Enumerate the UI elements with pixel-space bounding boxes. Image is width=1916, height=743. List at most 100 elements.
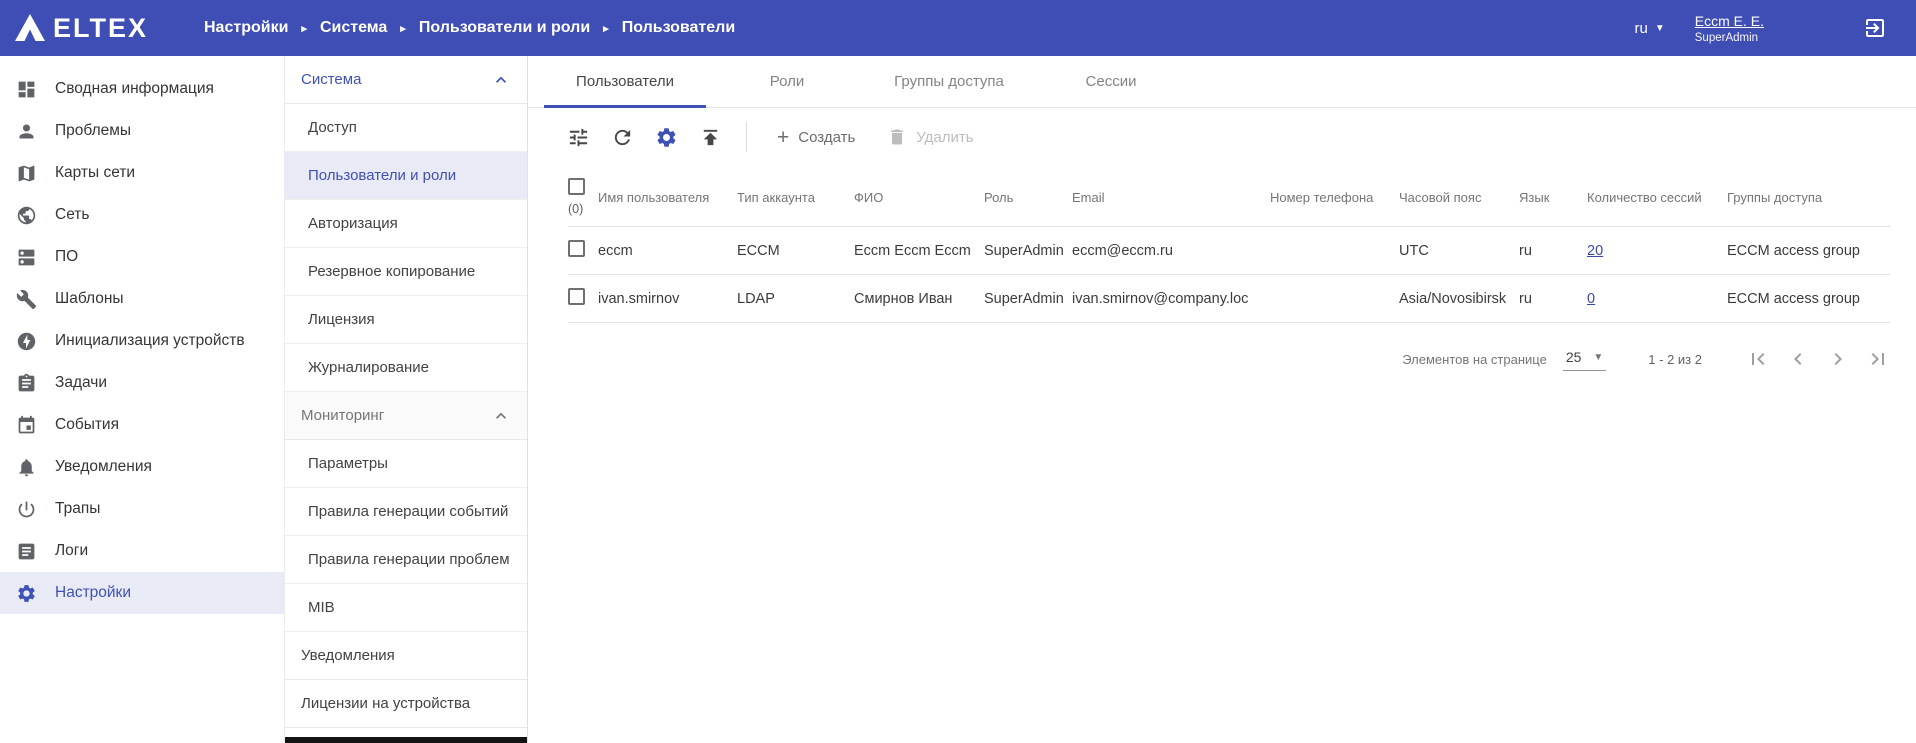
row-checkbox[interactable] <box>568 288 585 305</box>
breadcrumb-arrow-icon: ▸ <box>301 22 307 35</box>
sidebar-item-software[interactable]: ПО <box>0 236 284 278</box>
paginator: Элементов на странице 25 ▼ 1 - 2 из 2 <box>528 323 1916 379</box>
tab-roles[interactable]: Роли <box>706 56 868 107</box>
table-toolbar: + Создать Удалить <box>528 108 1916 166</box>
top-header: ELTEX Настройки ▸ Система ▸ Пользователи… <box>0 0 1916 56</box>
previous-page-button[interactable] <box>1778 339 1818 379</box>
column-header-username[interactable]: Имя пользователя <box>598 166 737 227</box>
sidebar-item-logs[interactable]: Логи <box>0 530 284 572</box>
user-role-label: SuperAdmin <box>1695 32 1758 44</box>
language-selector[interactable]: ru ▼ <box>1635 20 1665 37</box>
breadcrumb-item-users-roles[interactable]: Пользователи и роли <box>419 19 590 37</box>
submenu-section-system[interactable]: Система <box>285 56 527 104</box>
sidebar-item-device-init[interactable]: Инициализация устройств <box>0 320 284 362</box>
column-header-email[interactable]: Email <box>1072 166 1270 227</box>
column-settings-button[interactable] <box>646 117 686 157</box>
filter-button[interactable] <box>558 117 598 157</box>
sidebar-item-settings[interactable]: Настройки <box>0 572 284 614</box>
sessions-count-link[interactable]: 20 <box>1587 243 1603 259</box>
sidebar-item-network[interactable]: Сеть <box>0 194 284 236</box>
sidebar-item-label: Трапы <box>55 500 100 518</box>
table-row[interactable]: eccm ECCM Eccm Eccm Eccm SuperAdmin eccm… <box>568 227 1890 275</box>
submenu-section-notifications[interactable]: Уведомления <box>285 632 527 680</box>
sidebar-item-tasks[interactable]: Задачи <box>0 362 284 404</box>
sidebar-item-events[interactable]: События <box>0 404 284 446</box>
tab-sessions[interactable]: Сессии <box>1030 56 1192 107</box>
submenu-item-backup[interactable]: Резервное копирование <box>285 248 527 296</box>
cell-language: ru <box>1519 275 1587 323</box>
column-header-full-name[interactable]: ФИО <box>854 166 984 227</box>
submenu-item-label: Журналирование <box>308 359 429 376</box>
breadcrumb-arrow-icon: ▸ <box>400 22 406 35</box>
column-header-timezone[interactable]: Часовой пояс <box>1399 166 1519 227</box>
sidebar-item-problems[interactable]: Проблемы <box>0 110 284 152</box>
breadcrumb-item-system[interactable]: Система <box>320 19 387 37</box>
cell-email: ivan.smirnov@company.loc <box>1072 275 1270 323</box>
select-all-checkbox[interactable] <box>568 178 585 195</box>
submenu-item-logging[interactable]: Журналирование <box>285 344 527 392</box>
next-page-button[interactable] <box>1818 339 1858 379</box>
sidebar-item-templates[interactable]: Шаблоны <box>0 278 284 320</box>
submenu-item-parameters[interactable]: Параметры <box>285 440 527 488</box>
sidebar-item-notifications[interactable]: Уведомления <box>0 446 284 488</box>
cell-full-name: Смирнов Иван <box>854 275 984 323</box>
items-per-page-select[interactable]: 25 ▼ <box>1563 347 1606 371</box>
submenu-item-label: Пользователи и роли <box>308 167 456 184</box>
table-header-row: (0) Имя пользователя Тип аккаунта ФИО Ро… <box>568 166 1890 227</box>
cell-access-groups: ECCM access group <box>1727 275 1890 323</box>
sidebar-item-summary[interactable]: Сводная информация <box>0 68 284 110</box>
refresh-button[interactable] <box>602 117 642 157</box>
user-menu[interactable]: Eccm E. E. SuperAdmin <box>1695 13 1764 44</box>
sidebar-item-network-maps[interactable]: Карты сети <box>0 152 284 194</box>
column-header-language[interactable]: Язык <box>1519 166 1587 227</box>
sidebar-item-traps[interactable]: Трапы <box>0 488 284 530</box>
logout-button[interactable] <box>1860 13 1890 43</box>
cell-timezone: Asia/Novosibirsk <box>1399 275 1519 323</box>
submenu-item-problem-rules[interactable]: Правила генерации проблем <box>285 536 527 584</box>
submenu-item-mib[interactable]: MIB <box>285 584 527 632</box>
tab-users[interactable]: Пользователи <box>544 56 706 107</box>
breadcrumb-item-settings[interactable]: Настройки <box>204 19 288 37</box>
sidebar-item-label: ПО <box>55 248 78 266</box>
column-header-sessions[interactable]: Количество сессий <box>1587 166 1727 227</box>
tab-label: Пользователи <box>576 73 674 90</box>
main-content: Пользователи Роли Группы доступа Сессии <box>528 56 1916 743</box>
eltex-logo[interactable]: ELTEX <box>14 13 182 44</box>
row-checkbox[interactable] <box>568 240 585 257</box>
submenu-section-monitoring[interactable]: Мониторинг <box>285 392 527 440</box>
submenu-item-license[interactable]: Лицензия <box>285 296 527 344</box>
user-name-link[interactable]: Eccm E. E. <box>1695 13 1764 29</box>
submenu-item-users-roles[interactable]: Пользователи и роли <box>285 152 527 200</box>
breadcrumb-arrow-icon: ▸ <box>603 22 609 35</box>
submenu-item-label: Правила генерации событий <box>308 503 508 520</box>
select-all-cell: (0) <box>568 166 598 227</box>
submenu-item-authorization[interactable]: Авторизация <box>285 200 527 248</box>
submenu-item-label: Доступ <box>308 119 357 136</box>
export-button[interactable] <box>690 117 730 157</box>
submenu-section-title: Мониторинг <box>301 407 384 424</box>
table-row[interactable]: ivan.smirnov LDAP Смирнов Иван SuperAdmi… <box>568 275 1890 323</box>
last-page-icon <box>1866 347 1890 371</box>
submenu-item-event-rules[interactable]: Правила генерации событий <box>285 488 527 536</box>
submenu-item-access[interactable]: Доступ <box>285 104 527 152</box>
tab-label: Роли <box>770 73 805 90</box>
submenu-section-title: Уведомления <box>301 647 395 664</box>
last-page-button[interactable] <box>1858 339 1898 379</box>
first-page-button[interactable] <box>1738 339 1778 379</box>
sessions-count-link[interactable]: 0 <box>1587 291 1595 307</box>
submenu-section-device-licenses[interactable]: Лицензии на устройства <box>285 680 527 728</box>
column-header-access-groups[interactable]: Группы доступа <box>1727 166 1890 227</box>
create-button[interactable]: + Создать <box>763 119 869 156</box>
column-header-phone[interactable]: Номер телефона <box>1270 166 1399 227</box>
column-header-account-type[interactable]: Тип аккаунта <box>737 166 854 227</box>
tab-access-groups[interactable]: Группы доступа <box>868 56 1030 107</box>
delete-button[interactable]: Удалить <box>873 119 987 155</box>
row-checkbox-cell <box>568 227 598 275</box>
row-checkbox-cell <box>568 275 598 323</box>
page-body: Сводная информация Проблемы Карты сети С… <box>0 56 1916 743</box>
cell-account-type: LDAP <box>737 275 854 323</box>
chevron-up-icon <box>491 70 511 90</box>
sidebar-item-label: Логи <box>55 542 88 560</box>
column-header-role[interactable]: Роль <box>984 166 1072 227</box>
breadcrumb-item-users[interactable]: Пользователи <box>622 19 735 37</box>
